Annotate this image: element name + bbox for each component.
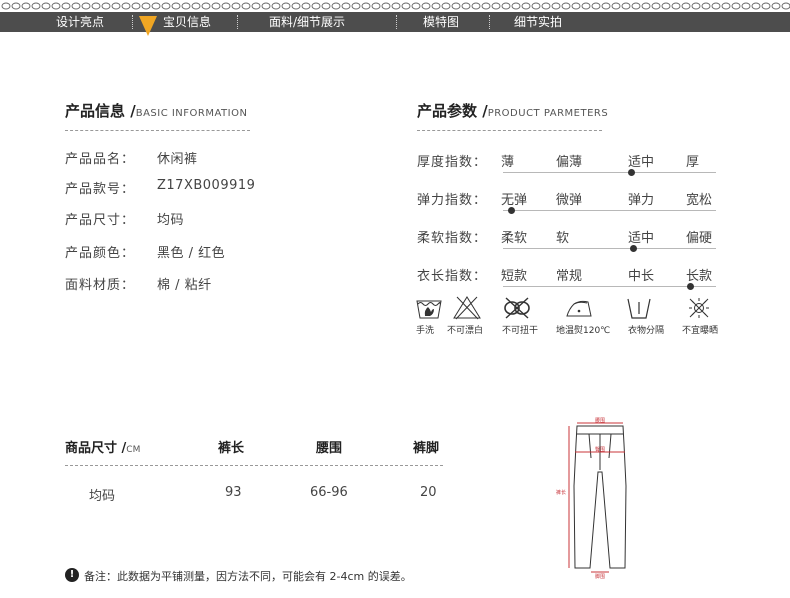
param-option: 中长 [628,269,655,284]
nav-tab-detail[interactable]: 细节实拍 [514,12,562,32]
divider [65,130,250,131]
low-iron-icon [566,300,592,317]
care-label: 不可扭干 [502,326,539,336]
info-value: Z17XB009919 [157,178,256,193]
param-option: 微弹 [556,193,583,208]
param-track [503,248,716,249]
nav-separator [489,15,490,29]
waist-label: 腰围 [595,418,605,424]
param-indicator-dot [508,207,515,214]
param-option: 适中 [628,231,655,246]
param-option: 偏薄 [556,155,583,170]
info-value: 棉 / 粘纤 [157,278,212,293]
param-option: 柔软 [501,231,528,246]
param-label: 衣长指数： [417,269,488,284]
param-option: 长款 [686,269,713,284]
info-value: 休闲裤 [157,152,198,167]
info-label: 产品颜色： [65,246,136,261]
no-wring-icon [504,297,530,319]
care-label: 地温熨120℃ [556,326,611,336]
param-label: 弹力指数： [417,193,488,208]
param-option: 短款 [501,269,528,284]
length-label: 裤长 [556,489,566,496]
param-label: 厚度指数： [417,155,488,170]
size-cell: 93 [225,485,242,500]
param-option: 常规 [556,269,583,284]
product-params-title: 产品参数 /PRODUCT PARMETERS [417,100,608,121]
info-label: 面料材质： [65,278,136,293]
separate-wash-icon [627,298,651,319]
nav-tab-fabric[interactable]: 面料/细节展示 [269,12,345,32]
param-label: 柔软指数： [417,231,488,246]
product-params-title-zh: 产品参数 / [417,102,488,120]
size-table-unit: CM [126,445,141,455]
no-sun-icon [689,298,709,318]
param-option: 弹力 [628,193,655,208]
param-option: 软 [556,231,570,246]
nav-separator [132,15,133,29]
size-col-header: 裤长 [218,441,245,456]
pocket-line [608,433,612,459]
divider [65,465,443,466]
param-indicator-dot [629,245,637,252]
care-label: 不可漂白 [447,326,484,336]
param-option: 适中 [628,155,655,170]
info-value: 黑色 / 红色 [157,246,226,261]
care-label: 手洗 [416,326,435,336]
hand-wash-icon [416,300,442,319]
param-indicator-dot [627,169,635,176]
warning-icon: ! [65,568,79,582]
hem-label: 脚围 [595,573,605,580]
param-option: 偏硬 [686,231,713,246]
size-col-header: 裤脚 [413,441,440,456]
param-option: 宽松 [686,193,713,208]
nav-tab-info[interactable]: 宝贝信息 [163,12,211,32]
info-value: 均码 [157,213,185,228]
product-params-title-en: PRODUCT PARMETERS [487,108,609,119]
no-bleach-icon [453,296,481,320]
param-track [503,172,716,173]
param-option: 薄 [501,155,515,170]
size-col-header: 腰围 [316,441,343,456]
product-info-title-zh: 产品信息 / [65,102,136,120]
divider [417,130,602,131]
chain-decoration [1,2,790,10]
product-info-title-en: BASIC INFORMATION [135,108,248,119]
info-label: 产品品名： [65,152,136,167]
param-track [503,286,716,287]
active-tab-arrow-icon [139,16,157,36]
param-option: 无弹 [501,193,528,208]
nav-tab-design[interactable]: 设计亮点 [56,12,104,32]
size-cell: 均码 [89,489,116,504]
info-label: 产品款号： [65,182,136,197]
pants-measurement-diagram: 腰围 臀围 裤长 脚围 [556,418,627,580]
size-cell: 66-96 [310,485,348,500]
param-option: 厚 [686,155,700,170]
measurement-note: 备注：此数据为平铺测量，因方法不同，可能会有 2-4cm 的误差。 [84,570,412,583]
size-table-title: 商品尺寸 /CM [65,437,140,456]
care-label: 不宜曝晒 [682,326,719,336]
param-track [503,210,716,211]
care-label: 衣物分隔 [628,326,665,336]
product-info-title: 产品信息 /BASIC INFORMATION [65,100,247,121]
nav-tab-model[interactable]: 模特图 [423,12,459,32]
size-table-title-zh: 商品尺寸 / [65,441,127,456]
pocket-line [588,433,592,459]
hip-label: 臀围 [595,447,605,453]
nav-bar [0,12,790,32]
nav-separator [396,15,397,29]
nav-separator [237,15,238,29]
size-cell: 20 [420,485,437,500]
param-indicator-dot [687,283,695,290]
info-label: 产品尺寸： [65,213,136,228]
